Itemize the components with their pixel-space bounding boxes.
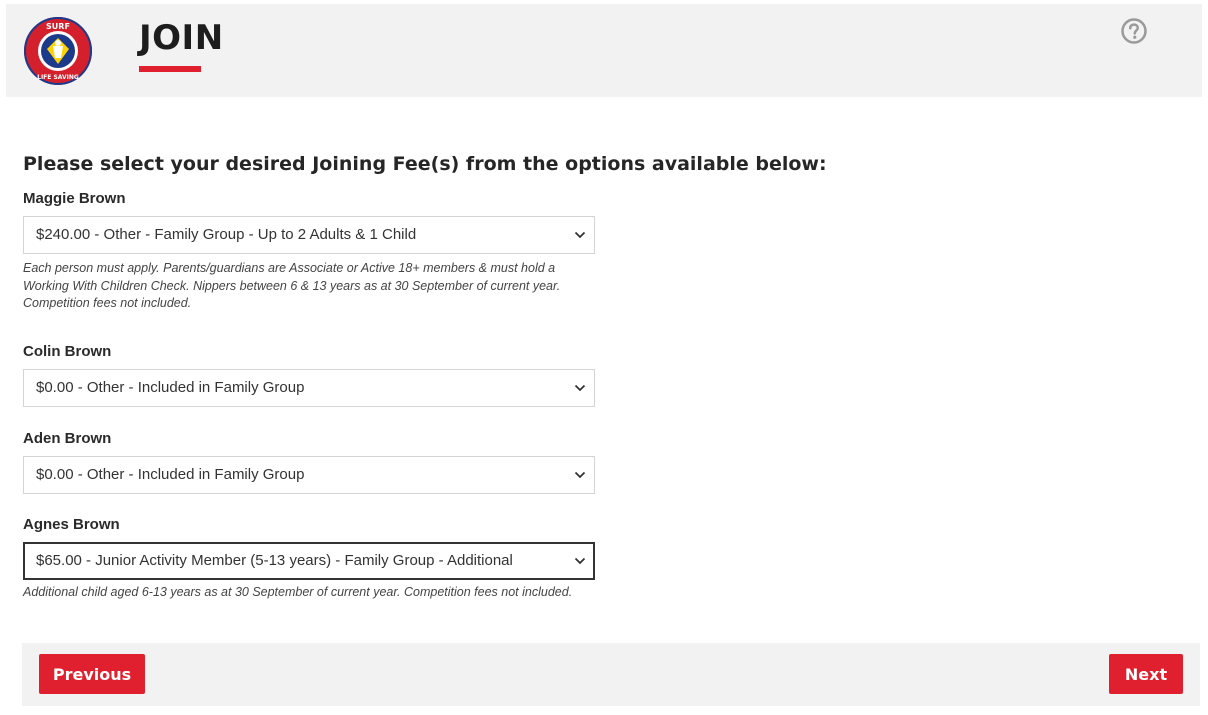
previous-button[interactable]: Previous	[39, 654, 145, 694]
fee-help-text: Additional child aged 6-13 years as at 3…	[23, 585, 573, 599]
svg-text:SURF: SURF	[46, 22, 70, 31]
member-name: Aden Brown	[23, 430, 112, 447]
question-circle-icon[interactable]	[1120, 17, 1148, 45]
fee-select[interactable]: $0.00 - Other - Included in Family Group	[23, 369, 595, 407]
page-title: JOIN	[139, 18, 224, 58]
member-block: Colin Brown	[23, 343, 111, 360]
form-footer: Previous Next	[22, 643, 1200, 706]
member-name: Colin Brown	[23, 343, 112, 360]
chevron-down-icon	[574, 384, 586, 392]
form-heading: Please select your desired Joining Fee(s…	[23, 153, 827, 175]
fee-select-value: $240.00 - Other - Family Group - Up to 2…	[36, 226, 417, 243]
next-button[interactable]: Next	[1109, 654, 1183, 694]
title-underline	[139, 66, 201, 72]
joining-fee-form: Please select your desired Joining Fee(s…	[23, 150, 1123, 599]
svg-text:LIFE SAVING: LIFE SAVING	[37, 74, 79, 81]
fee-help-text: Each person must apply. Parents/guardian…	[23, 261, 561, 310]
surf-life-saving-logo: SURF LIFE SAVING	[24, 17, 92, 85]
fee-select-value: $0.00 - Other - Included in Family Group	[36, 379, 305, 396]
chevron-down-icon	[574, 471, 586, 479]
chevron-down-icon	[574, 557, 586, 565]
fee-select-value: $0.00 - Other - Included in Family Group	[36, 466, 305, 483]
member-block: Agnes Brown	[23, 516, 120, 533]
fee-select-value: $65.00 - Junior Activity Member (5-13 ye…	[36, 552, 513, 569]
member-name: Maggie Brown	[23, 190, 126, 207]
page-header: SURF LIFE SAVING JOIN	[6, 4, 1202, 97]
member-block: Aden Brown	[23, 430, 111, 447]
fee-select[interactable]: $65.00 - Junior Activity Member (5-13 ye…	[23, 542, 595, 580]
fee-select[interactable]: $0.00 - Other - Included in Family Group	[23, 456, 595, 494]
member-name: Agnes Brown	[23, 516, 120, 533]
member-block: Maggie Brown	[23, 190, 126, 207]
chevron-down-icon	[574, 231, 586, 239]
fee-select[interactable]: $240.00 - Other - Family Group - Up to 2…	[23, 216, 595, 254]
